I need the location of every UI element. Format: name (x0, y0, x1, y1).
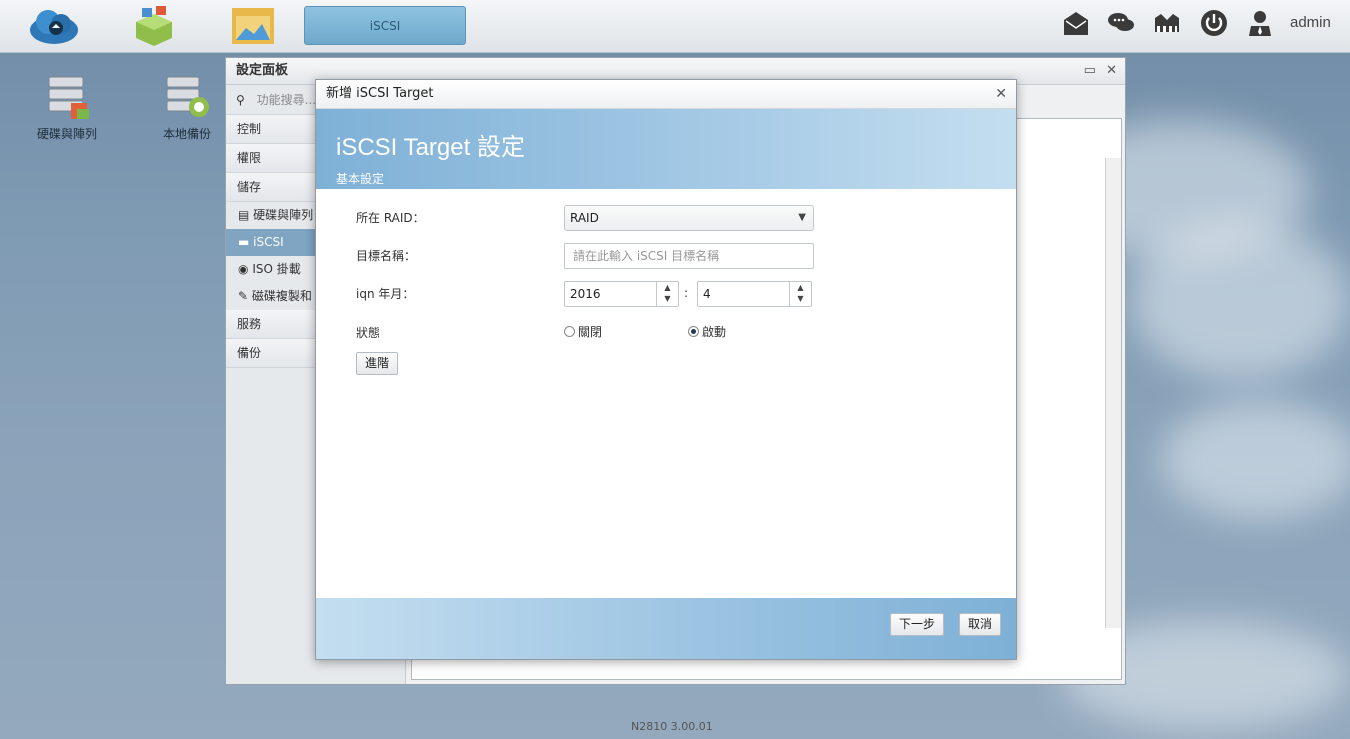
close-icon[interactable]: ✕ (1106, 63, 1117, 78)
status-radio-off[interactable]: 關閉 (564, 323, 602, 340)
window-controls: ▭ ✕ (1084, 63, 1117, 78)
desktop-item-disk-array[interactable]: 硬碟與陣列 (27, 75, 107, 142)
search-placeholder: 功能搜尋... (256, 93, 317, 107)
maximize-icon[interactable]: ▭ (1084, 63, 1096, 78)
scrollbar[interactable] (1105, 158, 1121, 628)
chat-icon[interactable] (1106, 8, 1136, 38)
desktop-item-label: 硬碟與陣列 (36, 127, 97, 141)
search-icon: ⚲ (236, 93, 245, 107)
iqn-month-stepper[interactable]: 4 ▲ ▼ (697, 281, 812, 307)
close-icon[interactable]: ✕ (995, 86, 1007, 102)
caret-down-icon: ▼ (798, 212, 806, 223)
dialog-heading: iSCSI Target 設定 (336, 134, 525, 161)
status-label: 狀態 (356, 326, 381, 340)
chevron-up-icon[interactable]: ▲ (657, 282, 678, 293)
target-name-label: 目標名稱： (356, 249, 417, 263)
tab-iscsi[interactable]: iSCSI (304, 6, 466, 45)
iqn-year-stepper[interactable]: 2016 ▲ ▼ (564, 281, 679, 307)
sidebar-item-label: 硬碟與陣列 (253, 208, 314, 222)
username[interactable]: admin (1290, 14, 1331, 31)
power-icon[interactable] (1199, 8, 1229, 38)
mail-icon[interactable] (1061, 8, 1091, 38)
radio-label: 關閉 (578, 325, 603, 339)
user-icon[interactable] (1245, 8, 1275, 38)
disk-array-icon (48, 76, 89, 119)
sidebar-item-label: ISO 掛載 (252, 262, 301, 276)
chevron-up-icon[interactable]: ▲ (790, 282, 811, 293)
dialog-title: 新增 iSCSI Target (316, 80, 1016, 109)
sidebar-item-label: 磁碟複製和 (251, 289, 312, 303)
target-name-input[interactable] (564, 243, 814, 269)
radio-button[interactable] (564, 326, 575, 337)
version-label: N2810 3.00.01 (631, 720, 713, 733)
local-backup-icon (166, 76, 209, 117)
sidebar-item-label: iSCSI (253, 235, 284, 249)
iqn-year-value: 2016 (570, 287, 601, 301)
stepper-buttons[interactable]: ▲ ▼ (656, 282, 678, 306)
dialog-subheading: 基本設定 (336, 172, 385, 186)
file-manager-icon[interactable] (228, 4, 280, 48)
desktop-item-label: 本地備份 (162, 127, 211, 141)
desktop-item-local-backup[interactable]: 本地備份 (147, 75, 227, 142)
clone-icon: ✎ (238, 289, 249, 303)
radio-label: 啟動 (702, 325, 727, 339)
raid-select-value: RAID (570, 211, 599, 225)
iqn-month-value: 4 (703, 287, 711, 301)
advanced-button[interactable]: 進階 (356, 352, 399, 375)
status-radio-on[interactable]: 啟動 (688, 323, 726, 340)
top-bar: iSCSI admin (0, 0, 1350, 53)
iscsi-icon: ▬ (238, 235, 250, 249)
network-icon[interactable] (1152, 8, 1182, 38)
iqn-label: iqn 年月： (356, 287, 415, 301)
disk-array-icon: ▤ (238, 208, 250, 222)
target-form: 所在 RAID： RAID ▼ 目標名稱： iqn 年月： 2016 ▲ ▼ :… (316, 189, 1016, 599)
dialog-header: iSCSI Target 設定 基本設定 (316, 109, 1016, 189)
chevron-down-icon[interactable]: ▼ (657, 293, 678, 304)
add-iscsi-target-dialog: 新增 iSCSI Target ✕ iSCSI Target 設定 基本設定 所… (315, 79, 1017, 660)
cancel-button[interactable]: 取消 (959, 613, 1002, 636)
iso-icon: ◉ (238, 262, 249, 276)
radio-button[interactable] (688, 326, 699, 337)
stepper-buttons[interactable]: ▲ ▼ (789, 282, 811, 306)
app-store-icon[interactable] (128, 4, 180, 48)
raid-select[interactable]: RAID ▼ (564, 205, 814, 231)
iqn-separator: : (684, 286, 689, 300)
raid-label: 所在 RAID： (356, 211, 425, 225)
next-button[interactable]: 下一步 (890, 613, 945, 636)
chevron-down-icon[interactable]: ▼ (790, 293, 811, 304)
dialog-footer: 下一步 取消 (316, 598, 1016, 659)
cloud-backup-icon[interactable] (28, 4, 80, 48)
